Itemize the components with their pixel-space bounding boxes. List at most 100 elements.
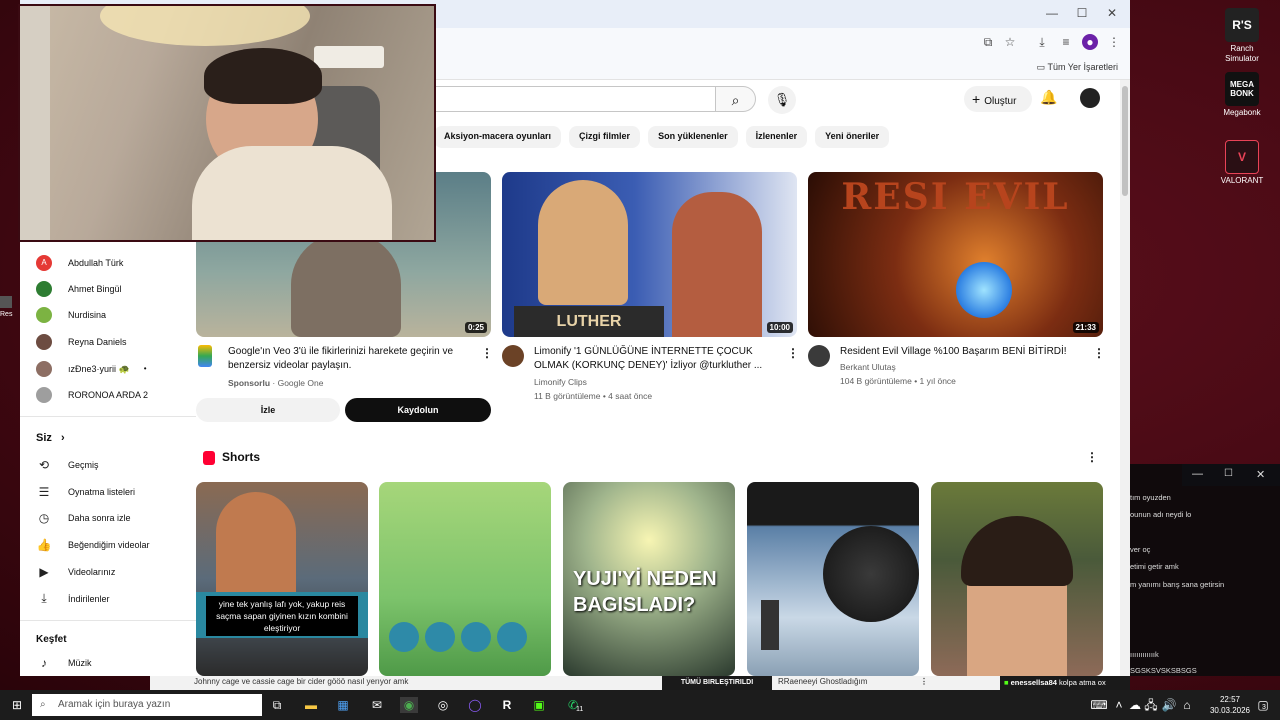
sidebar-item-your-videos[interactable]: ▶ Videolarınız	[36, 565, 115, 579]
video-thumbnail[interactable]: RESI EVIL 21:33	[808, 172, 1103, 337]
desktop-icon-valorant[interactable]: V VALORANT	[1212, 140, 1272, 186]
playlist-icon: ☰	[38, 485, 50, 499]
app-icon[interactable]: ◯	[466, 697, 484, 713]
short-card[interactable]: yine tek yanlış lafı yok, yakup reis saç…	[196, 482, 368, 676]
video-thumbnail[interactable]: LUTHER 10:00	[502, 172, 797, 337]
subscription-nurdisina[interactable]: Nurdisina	[36, 306, 106, 324]
network-icon[interactable]: 🖧	[1142, 697, 1160, 713]
chat-message: ounun adı neydi lo	[1130, 510, 1192, 519]
media-control-icon[interactable]: ≡	[1058, 34, 1074, 50]
all-bookmarks-button[interactable]: ▭ Tüm Yer İşaretleri	[1037, 62, 1118, 73]
profile-icon[interactable]: ●	[1082, 34, 1098, 50]
subscription-ahmet-bingul[interactable]: Ahmet Bingül	[36, 280, 122, 298]
chip-watched[interactable]: İzlenenler	[745, 126, 808, 148]
create-button[interactable]: + Oluştur	[964, 86, 1032, 112]
task-view-icon[interactable]: ⧉	[268, 697, 286, 713]
history-icon: ⟲	[38, 458, 50, 472]
chat-message: ver oç	[1130, 545, 1151, 554]
chip-recently-uploaded[interactable]: Son yüklenenler	[648, 126, 738, 148]
scrollbar-thumb[interactable]	[1122, 86, 1128, 196]
desktop-icon-label: Res	[0, 311, 13, 318]
wall-panel	[20, 6, 50, 240]
video-title[interactable]: Limonify '1 GÜNLÜĞÜNE İNTERNETTE ÇOCUK O…	[534, 345, 774, 373]
advertiser-name[interactable]: Google One	[278, 378, 324, 388]
chip-action-adventure[interactable]: Aksiyon-macera oyunları	[434, 126, 562, 148]
explore-section-header: Keşfet	[36, 634, 67, 645]
subscription-abdullah-turk[interactable]: A Abdullah Türk	[36, 254, 123, 272]
subscription-reyna-daniels[interactable]: Reyna Daniels	[36, 333, 127, 351]
chat-window: — ☐ ✕ tım oyuzden ounun adı neydi lo ver…	[1130, 464, 1280, 676]
bookmark-star-icon[interactable]: ☆	[1002, 34, 1018, 50]
valorant-icon: V	[1225, 140, 1259, 174]
minimize-button[interactable]: —	[1044, 6, 1060, 20]
you-section-header[interactable]: Siz ›	[36, 432, 65, 444]
minimize-button[interactable]: —	[1192, 468, 1203, 480]
app-icon[interactable]: ▣	[530, 697, 548, 713]
chip-cartoons[interactable]: Çizgi filmler	[569, 126, 641, 148]
short-card[interactable]	[747, 482, 919, 676]
sidebar-item-history[interactable]: ⟲ Geçmiş	[36, 458, 99, 472]
search-button[interactable]: ⌕	[716, 86, 756, 112]
more-options-icon[interactable]: ⋮	[481, 346, 493, 360]
video-title[interactable]: Resident Evil Village %100 Başarım BENİ …	[840, 345, 1080, 359]
more-options-icon[interactable]: ⋮	[1093, 346, 1105, 360]
desktop-icon-megabonk[interactable]: MEGA BONK Megabonk	[1212, 72, 1272, 118]
channel-avatar[interactable]	[502, 345, 524, 367]
chip-new-to-you[interactable]: Yeni öneriler	[815, 126, 890, 148]
maximize-button[interactable]: ☐	[1224, 468, 1233, 479]
ad-signup-button[interactable]: Kaydolun	[345, 398, 491, 422]
more-options-icon[interactable]: ⋮	[920, 677, 928, 686]
microphone-icon: 🎙	[773, 92, 791, 107]
game-button-icon	[461, 622, 491, 652]
ad-title[interactable]: Google'ın Veo 3'ü ile fikirlerinizi hare…	[228, 345, 478, 373]
keyboard-icon[interactable]: ⌨	[1090, 697, 1108, 713]
account-avatar[interactable]	[1080, 88, 1100, 108]
install-app-icon[interactable]: ⧉	[980, 34, 996, 50]
more-options-icon[interactable]: ⋮	[787, 346, 799, 360]
short-card[interactable]	[379, 482, 551, 676]
file-explorer-icon[interactable]: ▬	[302, 697, 320, 713]
chrome-icon[interactable]: ◉	[400, 697, 418, 713]
search-input[interactable]	[434, 86, 716, 112]
sidebar-item-watch-later[interactable]: ◷ Daha sonra izle	[36, 511, 131, 525]
windows-start-icon[interactable]: ⊞	[8, 697, 26, 713]
channel-name[interactable]: Berkant Ulutaş	[840, 360, 896, 374]
app-icon[interactable]: ◎	[434, 697, 452, 713]
mail-icon[interactable]: ✉	[368, 697, 386, 713]
desktop-icon-ranch-simulator[interactable]: R'S Ranch Simulator	[1212, 8, 1272, 64]
close-button[interactable]: ✕	[1104, 6, 1120, 20]
channel-avatar[interactable]	[808, 345, 830, 367]
subscription-name: Ahmet Bingül	[68, 284, 122, 294]
store-icon[interactable]: ▦	[334, 697, 352, 713]
video-stats: 11 B görüntüleme • 4 saat önce	[534, 391, 653, 401]
channel-name[interactable]: Limonify Clips	[534, 375, 587, 389]
sidebar-item-label: Geçmiş	[68, 460, 99, 470]
sidebar-item-liked-videos[interactable]: 👍 Beğendiğim videolar	[36, 538, 150, 552]
download-icon[interactable]: ⤓	[1034, 34, 1050, 50]
sidebar-item-downloads[interactable]: ⤓ İndirilenler	[36, 591, 109, 606]
short-card[interactable]	[931, 482, 1103, 676]
page-scrollbar[interactable]	[1120, 80, 1130, 676]
sidebar-item-music[interactable]: ♪ Müzik	[36, 656, 92, 670]
maximize-button[interactable]: ☐	[1074, 6, 1090, 20]
subscription-roronoa-arda[interactable]: RORONOA ARDA 2	[36, 386, 148, 404]
voice-search-button[interactable]: 🎙	[768, 86, 796, 114]
sidebar-item-playlists[interactable]: ☰ Oynatma listeleri	[36, 485, 135, 499]
short-card[interactable]: YUJI'Yİ NEDEN BAGISLADI?	[563, 482, 735, 676]
ad-watch-button[interactable]: İzle	[196, 398, 340, 422]
subscription-yurii[interactable]: ızƉne3·yurii 🐢 •	[36, 360, 147, 378]
close-button[interactable]: ✕	[1256, 468, 1265, 481]
subscription-name: Reyna Daniels	[68, 337, 127, 347]
app-icon[interactable]: R	[498, 697, 516, 713]
taskbar-clock[interactable]: 22:57 30.03.2026	[1210, 694, 1250, 716]
taskbar-search[interactable]: ⌕ Aramak için buraya yazın	[32, 694, 262, 716]
notifications-button[interactable]: 🔔	[1040, 89, 1057, 106]
clock-date: 30.03.2026	[1209, 706, 1250, 715]
subscription-name: RORONOA ARDA 2	[68, 390, 149, 400]
volume-icon[interactable]: 🔊	[1160, 697, 1178, 713]
desktop-icon-partial[interactable]: Res	[0, 296, 20, 320]
more-options-icon[interactable]: ⋮	[1086, 450, 1098, 464]
streamer-hair	[204, 48, 322, 104]
language-icon[interactable]: ⌂	[1178, 697, 1196, 713]
menu-icon[interactable]: ⋮	[1106, 34, 1122, 50]
